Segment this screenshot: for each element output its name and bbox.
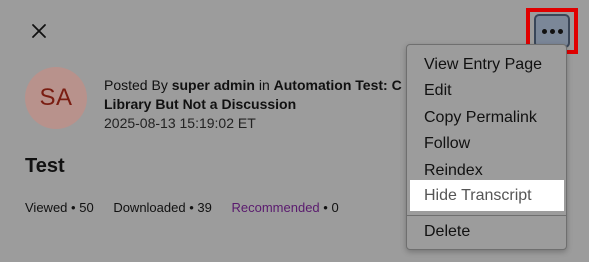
- more-options-menu: View Entry Page Edit Copy Permalink Foll…: [406, 44, 567, 250]
- stat-viewed: Viewed • 50: [25, 200, 94, 215]
- posted-by-prefix: Posted By: [104, 77, 172, 93]
- close-button[interactable]: [26, 18, 52, 44]
- stats-bar: Viewed • 50 Downloaded • 39 Recommended …: [25, 200, 355, 215]
- post-timestamp: 2025-08-13 15:19:02 ET: [104, 115, 256, 131]
- menu-item-view-entry-page[interactable]: View Entry Page: [407, 52, 566, 78]
- menu-item-edit[interactable]: Edit: [407, 78, 566, 104]
- menu-divider: [407, 215, 566, 216]
- more-horizontal-icon: [541, 28, 547, 34]
- page-title: Test: [25, 155, 65, 177]
- close-icon: [32, 24, 46, 38]
- avatar: SA: [25, 67, 87, 129]
- location-link[interactable]: Automation Test: C: [274, 77, 402, 93]
- stat-downloaded: Downloaded • 39: [113, 200, 212, 215]
- menu-item-copy-permalink[interactable]: Copy Permalink: [407, 105, 566, 131]
- post-meta: Posted By super admin in Automation Test…: [104, 76, 404, 133]
- avatar-initials: SA: [39, 84, 73, 111]
- recommended-link[interactable]: Recommended: [232, 200, 320, 215]
- stat-recommended: Recommended • 0: [231, 200, 339, 215]
- menu-item-hide-transcript[interactable]: Hide Transcript: [410, 180, 564, 211]
- menu-item-delete[interactable]: Delete: [407, 219, 566, 245]
- menu-item-follow[interactable]: Follow: [407, 131, 566, 157]
- location-link-cont[interactable]: Library But Not a Discussion: [104, 96, 296, 112]
- author-link[interactable]: super admin: [172, 77, 255, 93]
- more-options-button[interactable]: [534, 14, 570, 48]
- in-text: in: [254, 77, 274, 93]
